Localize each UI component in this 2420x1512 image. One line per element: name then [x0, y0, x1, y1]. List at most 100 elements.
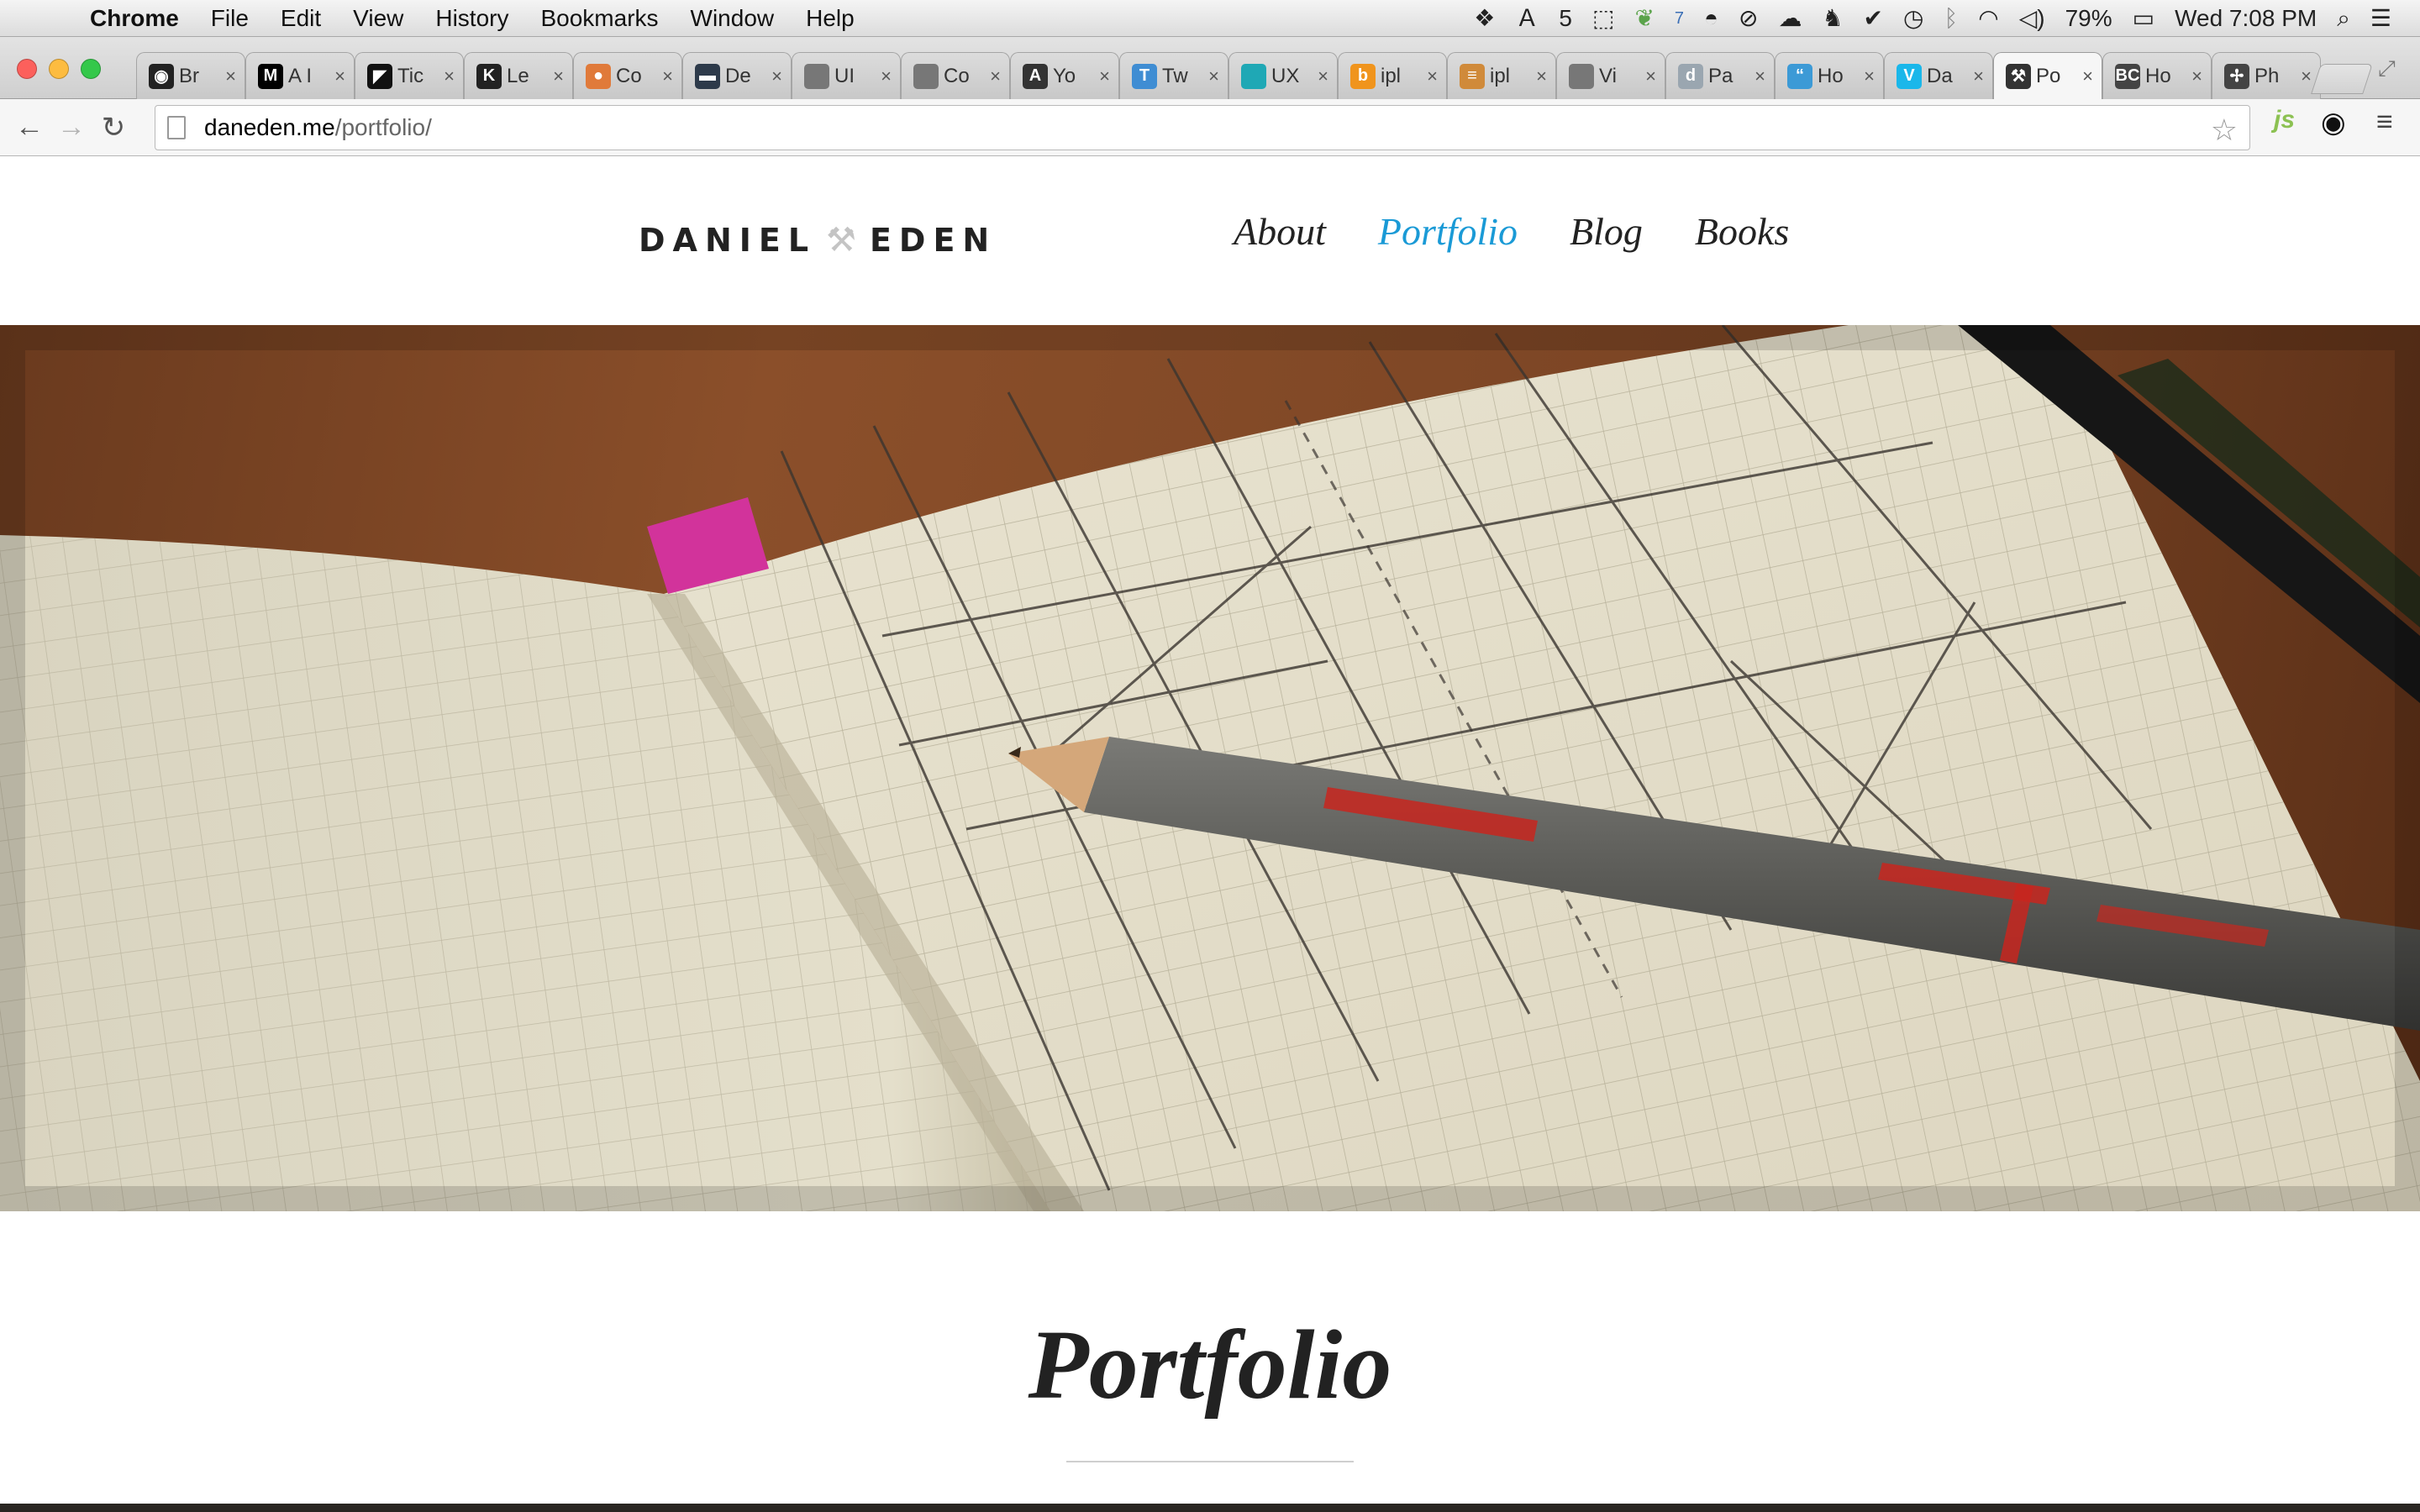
logo-last-name: EDEN	[869, 222, 997, 259]
spotlight-search-icon[interactable]: ⌕	[2327, 0, 2360, 37]
tab-close-icon[interactable]: ×	[334, 66, 345, 87]
back-button[interactable]: ←	[8, 111, 50, 144]
tab-close-icon[interactable]: ×	[771, 66, 782, 87]
nav-link-portfolio[interactable]: Portfolio	[1378, 209, 1518, 254]
menu-view[interactable]: View	[337, 0, 419, 37]
tab-close-icon[interactable]: ×	[2082, 66, 2093, 87]
browser-tab[interactable]: ▬ De ×	[682, 52, 792, 99]
wifi-icon[interactable]: ◠	[1968, 0, 2008, 37]
tab-title: Vi	[1599, 64, 1617, 87]
browser-tab[interactable]: Co ×	[901, 52, 1010, 99]
evernote-icon[interactable]: ❦	[1624, 0, 1664, 37]
address-bar[interactable]: daneden.me/portfolio/ ☆	[155, 105, 2250, 150]
site-logo[interactable]: DANIEL ⚒ EDEN	[639, 221, 997, 260]
tab-close-icon[interactable]: ×	[2301, 66, 2312, 87]
notebook-pencil-illustration	[0, 325, 2420, 1211]
menu-app-chrome[interactable]: Chrome	[74, 0, 195, 37]
menu-edit[interactable]: Edit	[265, 0, 337, 37]
tab-close-icon[interactable]: ×	[225, 66, 236, 87]
volume-icon[interactable]: ◁)	[2009, 0, 2055, 37]
battery-icon[interactable]: ▭	[2123, 0, 2165, 37]
browser-tab[interactable]: MA I ×	[245, 52, 355, 99]
a-letter-icon: A	[1023, 63, 1048, 89]
browser-tab[interactable]: A Yo ×	[1010, 52, 1119, 99]
screenshot-icon[interactable]: ⬚	[1582, 0, 1624, 37]
fullscreen-icon[interactable]: ⤢	[2378, 55, 2396, 82]
browser-tab[interactable]: b ipl ×	[1338, 52, 1447, 99]
tab-close-icon[interactable]: ×	[553, 66, 564, 87]
browser-tab[interactable]: “ Ho ×	[1775, 52, 1884, 99]
menu-history[interactable]: History	[419, 0, 524, 37]
browser-tab[interactable]: Vi ×	[1556, 52, 1665, 99]
tab-close-icon[interactable]: ×	[1208, 66, 1219, 87]
bluetooth-icon[interactable]: ᛒ	[1933, 0, 1968, 37]
browser-tab[interactable]: ● Co ×	[573, 52, 682, 99]
window-controls	[17, 59, 101, 79]
window-zoom-button[interactable]	[81, 59, 101, 79]
tab-title: Ho	[2145, 64, 2171, 87]
menu-bookmarks[interactable]: Bookmarks	[524, 0, 674, 37]
tab-close-icon[interactable]: ×	[1864, 66, 1875, 87]
dark-square-icon: ▬	[695, 63, 720, 89]
menu-window[interactable]: Window	[675, 0, 791, 37]
tab-close-icon[interactable]: ×	[1754, 66, 1765, 87]
window-close-button[interactable]	[17, 59, 37, 79]
bowler-hat-icon[interactable]: ◓	[1694, 0, 1728, 37]
nav-link-blog[interactable]: Blog	[1570, 209, 1643, 254]
adobe-icon[interactable]: Ａ	[1505, 0, 1549, 37]
tab-close-icon[interactable]: ×	[990, 66, 1001, 87]
apple-icon	[804, 63, 829, 89]
browser-tab[interactable]: ◉ Br ×	[136, 52, 245, 99]
tab-close-icon[interactable]: ×	[2191, 66, 2202, 87]
tab-close-icon[interactable]: ×	[881, 66, 892, 87]
medium-icon: M	[258, 63, 283, 89]
hammer-icon: ⚒	[2006, 63, 2031, 89]
window-minimize-button[interactable]	[49, 59, 69, 79]
status-area: ❖ Ａ 5 ⬚ ❦ 7 ◓ ⊘ ☁ ♞ ✔ ◷ ᛒ ◠ ◁) 79% ▭ Wed…	[1464, 0, 2420, 37]
menu-help[interactable]: Help	[790, 0, 871, 37]
nav-link-about[interactable]: About	[1234, 209, 1326, 254]
hammer-logo-icon: ⚒	[826, 221, 856, 260]
eye-extension-icon[interactable]: ◉	[2321, 106, 2346, 139]
browser-tab[interactable]: UI ×	[792, 52, 901, 99]
browser-tab[interactable]: ⚒ Po ×	[1993, 52, 2102, 99]
chrome-menu-icon[interactable]: ≡	[2376, 106, 2393, 139]
tab-close-icon[interactable]: ×	[1973, 66, 1984, 87]
clock[interactable]: Wed 7:08 PM	[2165, 0, 2327, 37]
bookmark-star-icon[interactable]: ☆	[2211, 113, 2238, 148]
browser-tab[interactable]: UX ×	[1228, 52, 1338, 99]
tab-close-icon[interactable]: ×	[1099, 66, 1110, 87]
do-not-disturb-icon[interactable]: ⊘	[1728, 0, 1768, 37]
tab-close-icon[interactable]: ×	[662, 66, 673, 87]
tab-close-icon[interactable]: ×	[1318, 66, 1328, 87]
menu-file[interactable]: File	[195, 0, 265, 37]
letter-icon: K	[476, 63, 502, 89]
forward-button[interactable]: →	[50, 111, 92, 144]
browser-tab[interactable]: d Pa ×	[1665, 52, 1775, 99]
tab-close-icon[interactable]: ×	[1427, 66, 1438, 87]
new-tab-button[interactable]	[2311, 64, 2373, 94]
reload-button[interactable]: ↻	[92, 111, 134, 144]
checkmark-shield-icon[interactable]: ✔	[1854, 0, 1893, 37]
tab-close-icon[interactable]: ×	[1645, 66, 1656, 87]
browser-tab[interactable]: ≡ ipl ×	[1447, 52, 1556, 99]
tab-title: Co	[944, 64, 970, 87]
browser-tab[interactable]: ✢ Ph ×	[2212, 52, 2321, 99]
elephant-icon[interactable]: ♞	[1812, 0, 1853, 37]
browser-tab[interactable]: K Le ×	[464, 52, 573, 99]
nav-link-books[interactable]: Books	[1695, 209, 1789, 254]
dropbox-icon[interactable]: ❖	[1464, 0, 1505, 37]
browser-tab[interactable]: ◤ Tic ×	[355, 52, 464, 99]
tab-close-icon[interactable]: ×	[444, 66, 455, 87]
menu-bar: Chrome File Edit View History Bookmarks …	[0, 0, 2420, 37]
browser-tab[interactable]: V Da ×	[1884, 52, 1993, 99]
tab-close-icon[interactable]: ×	[1536, 66, 1547, 87]
notification-center-icon[interactable]: ☰	[2360, 0, 2402, 37]
tab-title: Ho	[1818, 64, 1844, 87]
cloud-app-icon[interactable]: ☁	[1768, 0, 1812, 37]
browser-tab[interactable]: BC Ho ×	[2102, 52, 2212, 99]
js-extension-icon[interactable]: js	[2274, 106, 2295, 134]
time-machine-icon[interactable]: ◷	[1893, 0, 1933, 37]
page-icon	[167, 116, 186, 139]
browser-tab[interactable]: T Tw ×	[1119, 52, 1228, 99]
